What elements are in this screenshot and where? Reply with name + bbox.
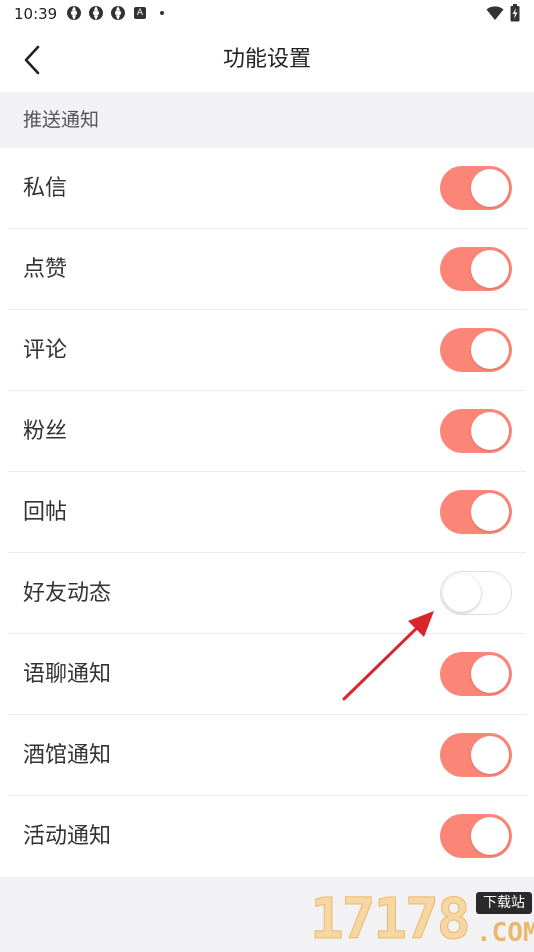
setting-label: 点赞	[23, 257, 68, 282]
setting-label: 回帖	[23, 500, 68, 525]
setting-label: 私信	[23, 176, 68, 201]
status-time: 10:39	[14, 5, 58, 23]
dot-icon	[160, 11, 164, 15]
setting-label: 好友动态	[23, 581, 112, 606]
nav-bar: 功能设置	[0, 28, 534, 92]
status-bar: 10:39 A	[0, 0, 534, 28]
toggle-knob	[471, 493, 509, 531]
section-header: 推送通知	[0, 92, 534, 148]
page-title: 功能设置	[222, 47, 311, 72]
private-message-toggle[interactable]	[440, 166, 512, 210]
setting-row-likes: 点赞	[0, 229, 534, 310]
tavern-toggle[interactable]	[440, 733, 512, 777]
setting-label: 活动通知	[23, 824, 112, 849]
setting-row-replies: 回帖	[0, 472, 534, 553]
events-toggle[interactable]	[440, 814, 512, 858]
fans-toggle[interactable]	[440, 409, 512, 453]
a-badge-icon: A	[134, 7, 146, 19]
sync-circle-icon	[111, 6, 125, 20]
friend-activity-toggle[interactable]	[440, 571, 512, 615]
toggle-knob	[471, 412, 509, 450]
setting-row-fans: 粉丝	[0, 391, 534, 472]
replies-toggle[interactable]	[440, 490, 512, 534]
setting-label: 粉丝	[23, 419, 68, 444]
watermark-tag: 下载站	[476, 892, 532, 914]
watermark-logo: 17178 下载站 .COM	[308, 888, 534, 950]
toggle-knob	[471, 331, 509, 369]
toggle-knob	[471, 655, 509, 693]
setting-row-friend-activity: 好友动态	[0, 553, 534, 634]
setting-row-voice-chat: 语聊通知	[0, 634, 534, 715]
setting-row-comments: 评论	[0, 310, 534, 391]
setting-label: 语聊通知	[23, 662, 112, 687]
sync-circle-icon	[89, 6, 103, 20]
setting-row-private-message: 私信	[0, 148, 534, 229]
chevron-left-icon	[24, 45, 40, 75]
wifi-icon	[486, 6, 504, 20]
setting-label: 酒馆通知	[23, 743, 112, 768]
section-title: 推送通知	[23, 109, 100, 131]
battery-charging-icon	[510, 4, 520, 22]
setting-row-tavern: 酒馆通知	[0, 715, 534, 796]
toggle-knob	[443, 574, 481, 612]
back-button[interactable]	[14, 42, 50, 78]
voice-chat-toggle[interactable]	[440, 652, 512, 696]
likes-toggle[interactable]	[440, 247, 512, 291]
setting-label: 评论	[23, 338, 68, 363]
sync-circle-icon	[67, 6, 81, 20]
toggle-knob	[471, 169, 509, 207]
watermark-number: 17178	[310, 887, 472, 952]
annotation-arrow-icon	[342, 611, 434, 701]
toggle-knob	[471, 250, 509, 288]
setting-row-events: 活动通知	[0, 796, 534, 877]
settings-list: 私信 点赞 评论 粉丝 回帖 好友动态 语聊通知 酒馆通知 活动通知	[0, 148, 534, 877]
status-notification-icons: A	[66, 5, 164, 21]
toggle-knob	[471, 736, 509, 774]
status-system-icons	[486, 4, 520, 22]
toggle-knob	[471, 817, 509, 855]
watermark-suffix: .COM	[476, 918, 534, 948]
comments-toggle[interactable]	[440, 328, 512, 372]
